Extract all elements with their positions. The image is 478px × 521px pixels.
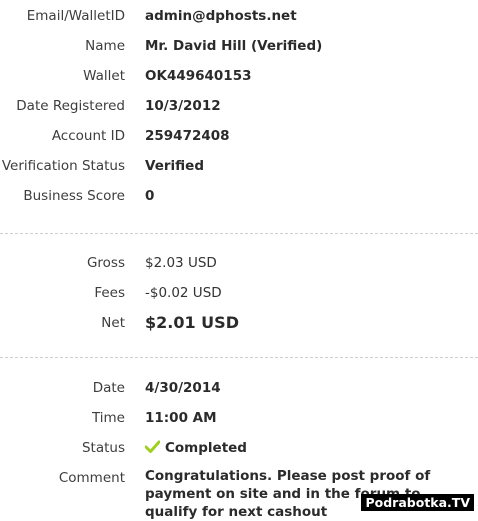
date-value: 4/30/2014: [145, 380, 221, 396]
net-label: Net: [101, 315, 125, 331]
net-row: Net $2.01 USD: [0, 312, 478, 334]
date-row: Date 4/30/2014: [0, 377, 478, 399]
gross-row: Gross $2.03 USD: [0, 252, 478, 274]
registered-row: Date Registered 10/3/2012: [0, 95, 478, 117]
fees-row: Fees -$0.02 USD: [0, 282, 478, 304]
check-icon: [144, 439, 161, 461]
wallet-label: Wallet: [83, 68, 125, 84]
score-row: Business Score 0: [0, 185, 478, 207]
watermark: Podrabotka.TV: [361, 494, 474, 511]
name-label: Name: [85, 38, 125, 54]
gross-value: $2.03 USD: [145, 255, 217, 271]
time-label: Time: [91, 410, 125, 426]
account-id-row: Account ID 259472408: [0, 125, 478, 147]
verification-row: Verification Status Verified: [0, 155, 478, 177]
account-id-value: 259472408: [145, 128, 230, 144]
email-value: admin@dphosts.net: [145, 8, 297, 24]
time-value: 11:00 AM: [145, 410, 217, 426]
fees-label: Fees: [94, 285, 125, 301]
time-row: Time 11:00 AM: [0, 407, 478, 429]
name-row: Name Mr. David Hill (Verified): [0, 35, 478, 57]
score-value: 0: [145, 188, 155, 204]
verification-label: Verification Status: [1, 158, 125, 174]
status-label: Status: [81, 440, 125, 456]
verification-value: Verified: [145, 158, 204, 174]
email-row: Email/WalletID admin@dphosts.net: [0, 5, 478, 27]
registered-label: Date Registered: [16, 98, 125, 114]
name-value: Mr. David Hill (Verified): [145, 38, 323, 54]
status-value: Completed: [165, 440, 247, 456]
registered-value: 10/3/2012: [145, 98, 221, 114]
net-value: $2.01 USD: [145, 313, 239, 332]
account-id-label: Account ID: [51, 128, 125, 144]
score-label: Business Score: [23, 188, 125, 204]
status-row: Status Completed: [0, 437, 478, 459]
wallet-value: OK449640153: [145, 68, 252, 84]
section-divider: [0, 357, 478, 358]
date-label: Date: [92, 380, 125, 396]
section-divider: [0, 233, 478, 234]
comment-label: Comment: [58, 470, 125, 486]
status-value-group: Completed: [144, 437, 247, 461]
fees-value: -$0.02 USD: [145, 285, 222, 301]
gross-label: Gross: [86, 255, 125, 271]
wallet-row: Wallet OK449640153: [0, 65, 478, 87]
email-label: Email/WalletID: [26, 8, 125, 24]
